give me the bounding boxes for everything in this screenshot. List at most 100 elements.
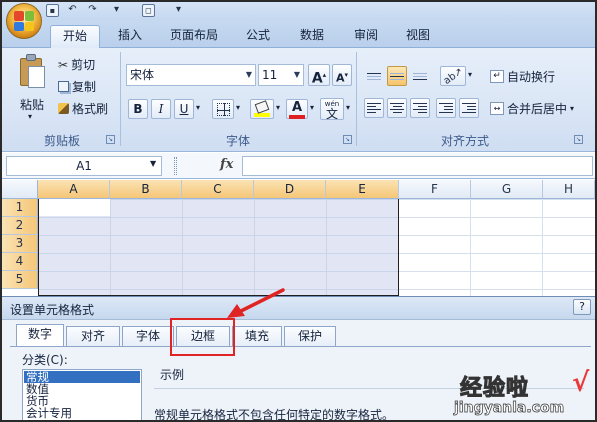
phonetic-arrow-icon[interactable]: ▾	[346, 103, 350, 112]
category-list[interactable]: 常规 数值 货币 会计专用	[22, 369, 142, 420]
font-name-value: 宋体	[130, 68, 155, 82]
row-header[interactable]: 5	[2, 271, 38, 289]
increase-indent-button[interactable]	[459, 98, 479, 118]
formula-input[interactable]	[242, 156, 593, 176]
column-header[interactable]: H	[543, 180, 595, 199]
help-button[interactable]: ?	[573, 299, 591, 315]
paste-arrow-icon[interactable]: ▾	[28, 112, 32, 121]
undo-icon[interactable]: ↶	[66, 4, 79, 17]
grow-font-label: A	[311, 70, 323, 87]
font-color-button[interactable]: A	[286, 99, 308, 119]
sample-label: 示例	[160, 368, 185, 382]
bold-button[interactable]: B	[128, 99, 148, 119]
paste-button[interactable]: 粘贴	[20, 96, 44, 113]
column-header[interactable]: A	[38, 180, 110, 199]
fill-color-swatch	[254, 113, 270, 117]
align-left-button[interactable]	[364, 98, 384, 118]
tab-formulas[interactable]: 公式	[238, 25, 278, 48]
chevron-down-icon: ▼	[293, 70, 300, 79]
watermark: 经验啦 √ jingyanla.com	[454, 368, 594, 420]
paste-icon[interactable]	[16, 54, 48, 90]
column-header[interactable]: C	[182, 180, 254, 199]
format-painter-button[interactable]: 格式刷	[58, 100, 108, 117]
active-cell[interactable]	[39, 199, 110, 216]
annotation-arrow-icon	[227, 288, 285, 318]
splitter-handle[interactable]	[174, 157, 177, 175]
alignment-launcher-icon[interactable]: ↘	[574, 135, 583, 144]
list-item[interactable]: 会计专用	[24, 407, 140, 419]
wrap-text-button[interactable]: ↵ 自动换行	[490, 68, 555, 85]
copy-button[interactable]: 复制	[58, 78, 96, 95]
tab-font[interactable]: 字体	[122, 326, 174, 346]
tab-insert[interactable]: 插入	[110, 25, 150, 48]
fill-arrow-icon[interactable]: ▾	[276, 103, 280, 112]
cut-button[interactable]: ✂ 剪切	[58, 56, 95, 73]
row-header[interactable]: 2	[2, 217, 38, 235]
tab-home[interactable]: 开始	[50, 25, 100, 48]
tab-data[interactable]: 数据	[292, 25, 332, 48]
up-triangle-icon: ▴	[322, 71, 327, 79]
chevron-down-icon: ▼	[245, 70, 252, 79]
tab-fill[interactable]: 填充	[232, 326, 282, 346]
align-center-button[interactable]	[387, 98, 407, 118]
merge-arrow-icon: ▾	[570, 104, 575, 113]
row-header[interactable]: 1	[2, 199, 38, 217]
font-launcher-icon[interactable]: ↘	[343, 135, 352, 144]
column-header[interactable]: D	[254, 180, 326, 199]
select-all-corner[interactable]	[2, 180, 38, 199]
fill-color-button[interactable]	[250, 99, 274, 119]
name-box[interactable]: A1	[6, 156, 162, 176]
save-icon[interactable]: ▪	[46, 4, 59, 17]
insert-function-button[interactable]: fx	[220, 157, 233, 172]
merge-center-button[interactable]: ↔ 合并后居中 ▾	[490, 100, 574, 117]
tab-review[interactable]: 审阅	[346, 25, 386, 48]
align-bottom-button[interactable]	[410, 66, 430, 86]
font-size-select[interactable]: 11 ▼	[258, 64, 304, 86]
office-button[interactable]	[6, 3, 42, 39]
format-painter-label: 格式刷	[72, 102, 109, 116]
orientation-button[interactable]: ab↗	[440, 66, 466, 86]
phonetic-button[interactable]: wén 文	[320, 98, 344, 120]
row-header[interactable]: 4	[2, 253, 38, 271]
clipboard-launcher-icon[interactable]: ↘	[106, 135, 115, 144]
column-header[interactable]: G	[471, 180, 543, 199]
annotation-highlight-box	[170, 318, 235, 356]
column-header[interactable]: B	[110, 180, 182, 199]
borders-arrow-icon[interactable]: ▾	[236, 103, 240, 112]
tab-alignment[interactable]: 对齐	[66, 326, 120, 346]
italic-button[interactable]: I	[151, 99, 171, 119]
align-middle-button[interactable]	[387, 66, 407, 86]
align-top-button[interactable]	[364, 66, 384, 86]
copy-icon	[58, 81, 69, 92]
name-box-arrow-icon[interactable]: ▼	[150, 159, 156, 168]
align-right-button[interactable]	[410, 98, 430, 118]
watermark-title: 经验啦	[459, 376, 530, 402]
borders-button[interactable]	[212, 99, 234, 119]
dialog-title: 设置单元格格式	[10, 303, 95, 317]
decrease-indent-button[interactable]	[436, 98, 456, 118]
font-name-select[interactable]: 宋体 ▼	[126, 64, 256, 86]
customize-arrow-icon[interactable]: ▾	[172, 4, 185, 17]
dialog-titlebar: 设置单元格格式	[2, 296, 595, 320]
shrink-font-label: A	[335, 71, 345, 85]
orientation-icon: ab↗	[441, 65, 465, 87]
font-color-arrow-icon[interactable]: ▾	[310, 103, 314, 112]
print-preview-icon[interactable]: ◻	[142, 4, 155, 17]
tab-view[interactable]: 视图	[398, 25, 438, 48]
tab-page-layout[interactable]: 页面布局	[162, 25, 226, 48]
wrap-text-icon: ↵	[490, 70, 504, 83]
dropdown-arrow-icon[interactable]: ▾	[110, 4, 123, 17]
orientation-arrow-icon[interactable]: ▾	[468, 70, 472, 79]
underline-arrow-icon[interactable]: ▾	[196, 103, 200, 112]
underline-button[interactable]: U	[174, 99, 194, 119]
row-header[interactable]: 3	[2, 235, 38, 253]
redo-icon[interactable]: ↷	[86, 4, 99, 17]
column-header[interactable]: E	[326, 180, 399, 199]
tab-number[interactable]: 数字	[16, 324, 64, 347]
cut-label: 剪切	[71, 58, 96, 72]
tab-protection[interactable]: 保护	[284, 326, 336, 346]
column-header[interactable]: F	[399, 180, 471, 199]
shrink-font-button[interactable]: A▾	[332, 64, 352, 86]
grow-font-button[interactable]: A▴	[308, 64, 330, 87]
copy-label: 复制	[72, 80, 97, 94]
